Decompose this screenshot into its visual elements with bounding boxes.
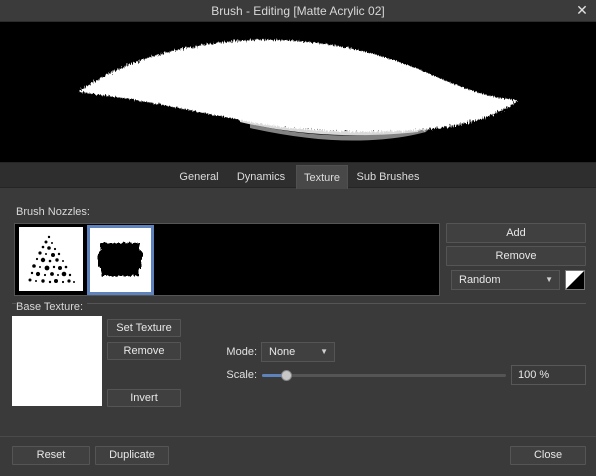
brush-nozzles-list [14, 223, 440, 296]
chevron-down-icon: ▼ [545, 275, 553, 284]
tab-general[interactable]: General [172, 166, 226, 188]
nozzle-thumbnail-dots[interactable] [19, 227, 83, 291]
mode-value: None [269, 346, 296, 358]
tab-bar: General Dynamics Texture Sub Brushes [0, 162, 596, 189]
tab-sub-brushes[interactable]: Sub Brushes [352, 166, 424, 188]
base-texture-preview[interactable] [12, 316, 102, 406]
window-title: Brush - Editing [Matte Acrylic 02] [211, 4, 385, 18]
section-divider [12, 303, 586, 304]
tab-texture[interactable]: Texture [296, 165, 348, 189]
swatch-diagonal-icon [566, 271, 584, 289]
duplicate-button[interactable]: Duplicate [95, 446, 169, 465]
brush-nozzles-label: Brush Nozzles: [16, 206, 90, 218]
remove-nozzle-button[interactable]: Remove [446, 246, 586, 266]
close-button[interactable]: Close [510, 446, 586, 465]
scale-slider[interactable] [262, 370, 506, 381]
set-texture-button[interactable]: Set Texture [107, 319, 181, 337]
close-icon[interactable]: ✕ [574, 2, 590, 18]
footer-divider [0, 436, 596, 437]
dots-nozzle-icon [28, 235, 75, 284]
add-nozzle-button[interactable]: Add [446, 223, 586, 243]
mode-label: Mode: [226, 346, 257, 358]
title-bar: Brush - Editing [Matte Acrylic 02] ✕ [0, 0, 596, 22]
brush-preview [0, 22, 596, 162]
nozzle-order-select[interactable]: Random ▼ [451, 270, 560, 290]
acrylic-stroke-nozzle-icon [98, 243, 142, 276]
base-texture-label: Base Texture: [16, 301, 88, 313]
nozzle-thumbnail-acrylic[interactable] [87, 225, 154, 295]
brush-stroke-preview [78, 39, 518, 141]
remove-texture-button[interactable]: Remove [107, 342, 181, 360]
reset-button[interactable]: Reset [12, 446, 90, 465]
invert-texture-button[interactable]: Invert [107, 389, 181, 407]
scale-input[interactable]: 100 % [511, 365, 586, 385]
tab-dynamics[interactable]: Dynamics [230, 166, 292, 188]
mode-select[interactable]: None ▼ [261, 342, 335, 362]
scale-slider-thumb[interactable] [281, 370, 293, 381]
nozzle-order-value: Random [459, 274, 501, 286]
color-swatch-icon[interactable] [565, 270, 585, 290]
scale-label: Scale: [226, 369, 257, 381]
chevron-down-icon: ▼ [320, 347, 328, 356]
